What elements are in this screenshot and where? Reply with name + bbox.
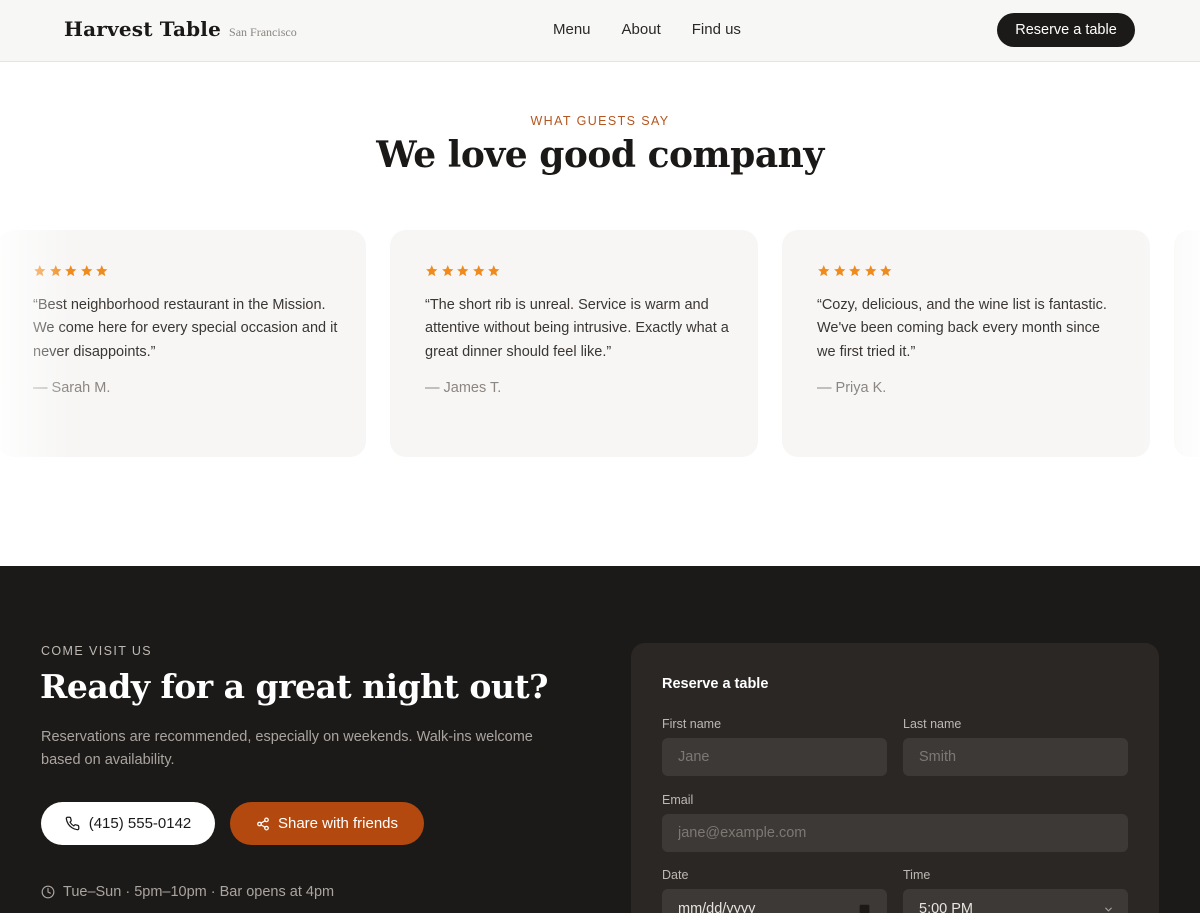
opening-hours: Tue–Sun · 5pm–10pm · Bar opens at 4pm bbox=[41, 884, 334, 900]
testimonial-card: “The short rib is unreal. Service is war… bbox=[390, 230, 758, 457]
call-phone-button[interactable]: (415) 555-0142 bbox=[41, 802, 215, 845]
star-icon bbox=[472, 265, 484, 277]
star-icon bbox=[457, 265, 469, 277]
star-icon bbox=[880, 265, 892, 277]
clock-icon bbox=[41, 885, 55, 899]
star-rating bbox=[425, 264, 501, 278]
star-icon bbox=[441, 265, 453, 277]
brand[interactable]: Harvest Table San Francisco bbox=[64, 17, 297, 41]
phone-icon bbox=[65, 816, 80, 831]
testimonial-quote: “Cozy, delicious, and the wine list is f… bbox=[817, 297, 1107, 360]
reserve-table-button[interactable]: Reserve a table bbox=[997, 13, 1135, 47]
star-icon bbox=[864, 265, 876, 277]
nav-link-about[interactable]: About bbox=[622, 21, 661, 38]
testimonial-card: “Cozy, delicious, and the wine list is f… bbox=[782, 230, 1150, 457]
chevron-down-icon bbox=[1105, 907, 1112, 912]
first-name-field[interactable] bbox=[662, 738, 887, 776]
star-icon bbox=[96, 265, 108, 277]
reservation-form: Reserve a table First name Last name Ema… bbox=[631, 643, 1159, 913]
email-field[interactable] bbox=[662, 814, 1128, 852]
testimonial-author: — Sarah M. bbox=[33, 380, 111, 396]
calendar-icon bbox=[859, 904, 870, 913]
site-header: Harvest Table San Francisco Menu About F… bbox=[0, 0, 1200, 62]
testimonial-card: “Best neighborhood restaurant in the Mis… bbox=[0, 230, 366, 457]
opening-hours-text: Tue–Sun · 5pm–10pm · Bar opens at 4pm bbox=[63, 884, 335, 900]
testimonial-quote: “The short rib is unreal. Service is war… bbox=[425, 297, 729, 360]
reservation-form-title: Reserve a table bbox=[662, 676, 769, 692]
nav-link-menu[interactable]: Menu bbox=[553, 21, 591, 38]
time-select-value: 5:00 PM bbox=[919, 901, 973, 913]
nav-link-find-us[interactable]: Find us bbox=[692, 21, 741, 38]
first-name-label: First name bbox=[662, 717, 722, 731]
star-icon bbox=[34, 265, 46, 277]
email-label: Email bbox=[662, 793, 694, 807]
testimonials-title: We love good company bbox=[376, 134, 824, 176]
star-icon bbox=[65, 265, 77, 277]
star-icon bbox=[488, 265, 500, 277]
date-field[interactable]: mm/dd/yyyy bbox=[662, 889, 887, 913]
testimonial-author: — James T. bbox=[425, 380, 502, 396]
main-nav: Menu About Find us bbox=[553, 21, 741, 38]
phone-number-label: (415) 555-0142 bbox=[88, 815, 192, 832]
visit-title: Ready for a great night out? bbox=[40, 667, 548, 706]
brand-city: San Francisco bbox=[229, 25, 297, 39]
visit-section: COME VISIT US Ready for a great night ou… bbox=[0, 566, 1200, 913]
date-field-value: mm/dd/yyyy bbox=[678, 901, 756, 913]
share-icon bbox=[257, 817, 269, 830]
testimonials-eyebrow: WHAT GUESTS SAY bbox=[530, 114, 670, 128]
brand-name: Harvest Table bbox=[64, 17, 222, 41]
testimonial-card-partial bbox=[1174, 230, 1200, 457]
star-rating bbox=[817, 264, 893, 278]
star-icon bbox=[818, 265, 830, 277]
star-icon bbox=[80, 265, 92, 277]
star-rating bbox=[33, 264, 109, 278]
last-name-label: Last name bbox=[903, 717, 962, 731]
testimonial-author: — Priya K. bbox=[817, 380, 887, 396]
date-label: Date bbox=[662, 868, 689, 882]
star-icon bbox=[849, 265, 861, 277]
last-name-field[interactable] bbox=[903, 738, 1128, 776]
testimonial-carousel[interactable]: “Best neighborhood restaurant in the Mis… bbox=[0, 230, 1200, 457]
share-label: Share with friends bbox=[277, 815, 399, 832]
testimonial-quote: “Best neighborhood restaurant in the Mis… bbox=[33, 297, 338, 360]
time-label: Time bbox=[903, 868, 931, 882]
star-icon bbox=[833, 265, 845, 277]
star-icon bbox=[426, 265, 438, 277]
visit-description: Reservations are recommended, especially… bbox=[41, 729, 533, 769]
time-select[interactable]: 5:00 PM bbox=[903, 889, 1128, 913]
star-icon bbox=[49, 265, 61, 277]
share-button[interactable]: Share with friends bbox=[230, 802, 424, 845]
visit-eyebrow: COME VISIT US bbox=[41, 644, 153, 658]
